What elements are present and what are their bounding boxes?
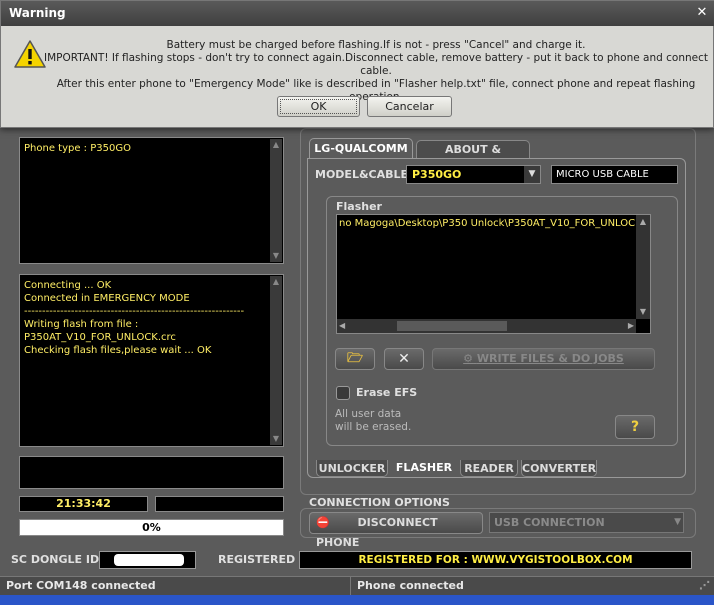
disconnect-icon: ⛔ (316, 516, 330, 529)
tab-lg-qualcomm[interactable]: LG-QUALCOMM (309, 138, 413, 158)
disconnect-phone-button[interactable]: ⛔ DISCONNECT PHONE (309, 512, 483, 549)
help-icon: ? (630, 419, 640, 435)
clock-box: 21:33:42 (19, 496, 148, 512)
flasher-title: Flasher (336, 200, 382, 213)
flasher-file-path[interactable]: no Magoga\Desktop\P350 Unlock\P350AT_V10… (339, 218, 635, 229)
model-select-value: P350GO (412, 168, 462, 181)
dialog-message: Battery must be charged before flashing.… (41, 39, 711, 104)
write-files-label: WRITE FILES & DO JOBS (476, 352, 624, 365)
blank-output-box (19, 456, 284, 489)
close-icon[interactable]: ✕ (693, 3, 711, 23)
ok-button[interactable]: OK (277, 96, 360, 117)
erase-efs-label[interactable]: Erase EFS (356, 386, 417, 399)
model-select[interactable]: P350GO ▼ (406, 165, 541, 184)
write-icon: ⚙ (463, 352, 474, 365)
status-box-small (155, 496, 284, 512)
erase-efs-checkbox[interactable] (336, 386, 350, 400)
log-line: Connecting ... OK (24, 280, 112, 291)
dongle-label: SC DONGLE ID : (11, 553, 108, 566)
dialog-line: Battery must be charged before flashing.… (166, 39, 586, 51)
cable-value: MICRO USB CABLE (556, 169, 649, 180)
clock-time: 21:33:42 (56, 497, 111, 510)
cable-field: MICRO USB CABLE (551, 165, 678, 184)
phone-info-scrollbar[interactable]: ▲ ▼ (270, 139, 282, 262)
tab-unlocker[interactable]: UNLOCKER (316, 460, 388, 477)
dialog-titlebar[interactable]: Warning (1, 1, 714, 26)
resize-grip-icon[interactable]: ⋰ (699, 577, 710, 595)
chevron-down-icon[interactable]: ▼ (524, 166, 540, 183)
flasher-file-list: no Magoga\Desktop\P350 Unlock\P350AT_V10… (336, 214, 651, 334)
flasher-v-scrollbar[interactable]: ▲ ▼ (636, 215, 650, 319)
write-files-button[interactable]: ⚙ WRITE FILES & DO JOBS (432, 348, 655, 370)
log-box: Connecting ... OK Connected in EMERGENCY… (19, 274, 284, 447)
flasher-h-scrollbar[interactable]: ◀ ▶ (337, 319, 636, 333)
model-cable-label: MODEL&CABLE : (315, 168, 417, 181)
close-icon: ✕ (398, 351, 410, 367)
log-line: P350AT_V10_FOR_UNLOCK.crc (24, 332, 176, 343)
taskbar (0, 595, 714, 605)
status-divider (350, 577, 351, 595)
dialog-title: Warning (9, 6, 66, 20)
scroll-down-icon[interactable]: ▼ (636, 305, 650, 319)
dialog-line: IMPORTANT! If flashing stops - don't try… (43, 52, 708, 77)
progress-bar: 0% (19, 519, 284, 536)
tab-about-support[interactable]: ABOUT & SUPPORT (416, 140, 530, 174)
disconnect-label: DISCONNECT PHONE (316, 516, 438, 549)
log-line: Checking flash files,please wait ... OK (24, 345, 212, 356)
help-button[interactable]: ? (615, 415, 655, 439)
erase-note-2: will be erased. (335, 421, 412, 433)
dongle-id-redaction (114, 554, 184, 566)
status-bar: Port COM148 connected Phone connected ⋰ (0, 576, 714, 595)
status-left: Port COM148 connected (6, 579, 156, 592)
open-file-button[interactable]: 🗁 (335, 348, 375, 370)
chevron-down-icon[interactable]: ▼ (674, 513, 681, 532)
dongle-id-field (99, 551, 196, 569)
clear-files-button[interactable]: ✕ (384, 348, 424, 370)
tab-reader[interactable]: READER (460, 460, 518, 477)
usb-connection-value: USB CONNECTION (494, 516, 605, 529)
warning-dialog: Warning ✕ Battery must be charged before… (0, 0, 714, 128)
scroll-right-icon[interactable]: ▶ (628, 319, 634, 333)
scroll-up-icon[interactable]: ▲ (636, 215, 650, 229)
scroll-up-icon[interactable]: ▲ (270, 139, 282, 151)
erase-note-1: All user data (335, 408, 402, 420)
registered-field: REGISTERED FOR : WWW.VYGISTOOLBOX.COM (299, 551, 692, 569)
progress-text: 0% (142, 521, 161, 534)
log-line: ----------------------------------------… (24, 306, 245, 317)
phone-info-box: Phone type : P350GO ▲ ▼ (19, 137, 284, 264)
folder-open-icon: 🗁 (346, 351, 364, 366)
log-scrollbar[interactable]: ▲ ▼ (270, 276, 282, 445)
scroll-down-icon[interactable]: ▼ (270, 433, 282, 445)
scroll-left-icon[interactable]: ◀ (339, 319, 345, 333)
log-line: Connected in EMERGENCY MODE (24, 293, 190, 304)
cancel-button[interactable]: Cancelar (367, 96, 452, 117)
scroll-up-icon[interactable]: ▲ (270, 276, 282, 288)
registered-value: REGISTERED FOR : WWW.VYGISTOOLBOX.COM (358, 554, 633, 566)
tab-converter[interactable]: CONVERTER (521, 460, 597, 477)
scroll-thumb[interactable] (397, 321, 507, 331)
phone-type-text: Phone type : P350GO (24, 143, 131, 154)
tab-flasher[interactable]: FLASHER (391, 458, 457, 477)
log-line: Writing flash from file : (24, 319, 139, 330)
usb-connection-select[interactable]: USB CONNECTION ▼ (489, 512, 684, 533)
scroll-down-icon[interactable]: ▼ (270, 250, 282, 262)
status-right: Phone connected (357, 579, 464, 592)
registered-label: REGISTERED : (218, 553, 304, 566)
